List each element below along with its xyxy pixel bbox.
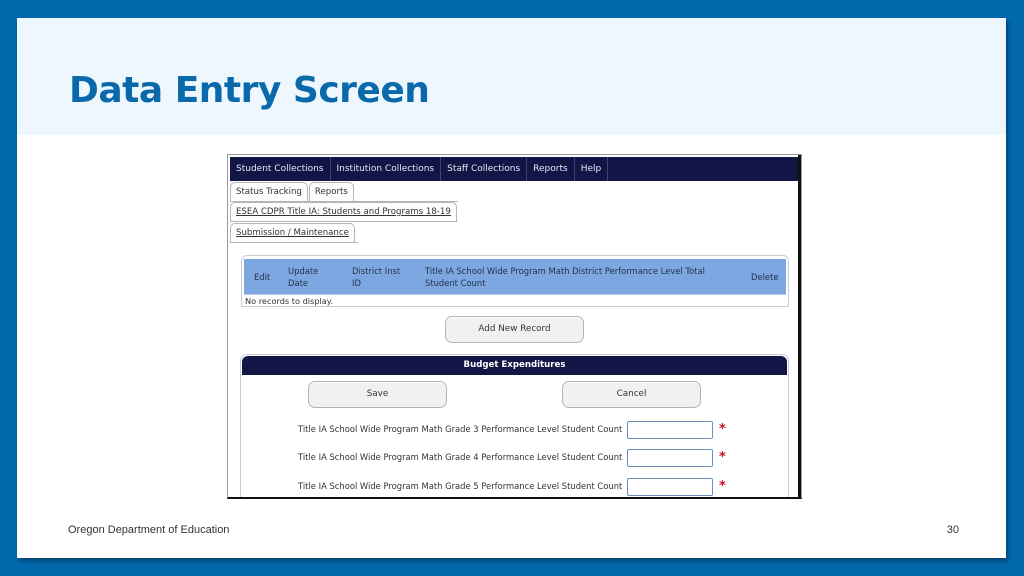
tab-row-1: Status Tracking Reports	[230, 182, 355, 201]
col-district-inst-2[interactable]: ID	[352, 277, 361, 289]
tab-divider	[230, 221, 458, 222]
field-row: Title IA School Wide Program Math Grade …	[241, 421, 788, 441]
required-asterisk-icon: *	[719, 422, 726, 437]
col-update-date-2[interactable]: Date	[288, 277, 308, 289]
tab-submission-maintenance[interactable]: Submission / Maintenance	[230, 223, 355, 242]
grade-5-count-input[interactable]	[627, 478, 713, 496]
field-label: Title IA School Wide Program Math Grade …	[298, 452, 623, 462]
top-nav: Student Collections Institution Collecti…	[230, 157, 798, 181]
nav-student-collections[interactable]: Student Collections	[230, 157, 331, 181]
nav-reports[interactable]: Reports	[527, 157, 575, 181]
col-student-count-2[interactable]: Student Count	[425, 277, 486, 289]
cancel-button[interactable]: Cancel	[562, 381, 701, 408]
tab-status-tracking[interactable]: Status Tracking	[230, 182, 308, 201]
tab-divider	[230, 242, 358, 243]
nav-institution-collections[interactable]: Institution Collections	[331, 157, 442, 181]
col-edit[interactable]: Edit	[254, 271, 270, 283]
slide: Data Entry Screen Student Collections In…	[17, 18, 1006, 558]
page-number: 30	[946, 524, 959, 536]
budget-expenditures-panel: Budget Expenditures Save Cancel Title IA…	[240, 354, 789, 497]
required-asterisk-icon: *	[719, 479, 726, 494]
grade-4-count-input[interactable]	[627, 449, 713, 467]
scrollbar-edge[interactable]	[798, 155, 801, 497]
col-update-date[interactable]: Update	[288, 265, 318, 277]
tab-row-2: ESEA CDPR Title IA: Students and Program…	[230, 202, 458, 221]
slide-header: Data Entry Screen	[17, 18, 1006, 135]
field-row: Title IA School Wide Program Math Grade …	[241, 478, 788, 497]
grid-header: Edit Update Date District Inst ID Title …	[244, 259, 786, 294]
add-new-record-button[interactable]: Add New Record	[445, 316, 584, 343]
field-row: Title IA School Wide Program Math Grade …	[241, 449, 788, 469]
app-screenshot: Student Collections Institution Collecti…	[227, 154, 802, 499]
tab-reports[interactable]: Reports	[308, 182, 354, 201]
nav-staff-collections[interactable]: Staff Collections	[441, 157, 528, 181]
field-label: Title IA School Wide Program Math Grade …	[298, 481, 623, 491]
col-delete[interactable]: Delete	[751, 271, 779, 283]
save-button[interactable]: Save	[308, 381, 447, 408]
grid-empty-message: No records to display.	[244, 294, 786, 306]
nav-help[interactable]: Help	[575, 157, 609, 181]
footer-org: Oregon Department of Education	[68, 524, 230, 536]
field-label: Title IA School Wide Program Math Grade …	[298, 424, 623, 434]
panel-title: Budget Expenditures	[242, 356, 787, 375]
grade-3-count-input[interactable]	[627, 421, 713, 439]
slide-title: Data Entry Screen	[69, 70, 430, 111]
tab-row-3: Submission / Maintenance	[230, 223, 356, 242]
records-grid: Edit Update Date District Inst ID Title …	[241, 255, 789, 307]
tab-esea-cdpr[interactable]: ESEA CDPR Title IA: Students and Program…	[230, 202, 457, 221]
col-district-inst[interactable]: District Inst	[352, 265, 400, 277]
col-student-count[interactable]: Title IA School Wide Program Math Distri…	[425, 265, 705, 277]
required-asterisk-icon: *	[719, 450, 726, 465]
